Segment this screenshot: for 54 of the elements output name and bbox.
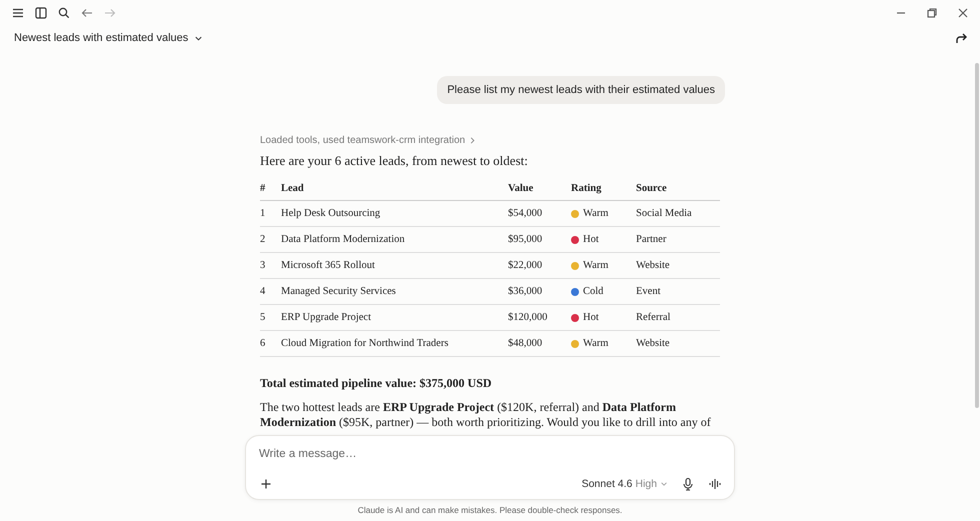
table-cell: Data Platform Modernization — [281, 234, 405, 245]
table-cell: $36,000 — [508, 286, 542, 297]
microphone-icon[interactable] — [681, 477, 695, 491]
table-cell: Cloud Migration for Northwind Traders — [281, 338, 448, 349]
table-cell: 5 — [260, 312, 266, 323]
tool-use-link[interactable]: Loaded tools, used teamswork-crm integration — [260, 135, 478, 146]
table-cell: Social Media — [636, 208, 692, 219]
user-message: Please list my newest leads with their estimated values — [437, 76, 725, 104]
total-text: Total estimated pipeline value: $375,000 USD — [260, 376, 493, 391]
share-icon[interactable] — [954, 31, 968, 45]
table-cell: 1 — [260, 208, 266, 219]
restore-icon[interactable] — [925, 6, 939, 20]
table-cell: Partner — [636, 234, 666, 245]
chevron-down-icon — [660, 480, 668, 488]
voice-waveform-icon[interactable] — [708, 477, 722, 491]
table-cell: Referral — [636, 312, 670, 323]
intro-text: Here are your 6 active leads, from newest to oldest: — [260, 153, 529, 169]
table-cell: 4 — [260, 286, 266, 297]
table-cell: $95,000 — [508, 234, 542, 245]
table-cell: Microsoft 365 Rollout — [281, 260, 375, 271]
chat-title[interactable]: Newest leads with estimated values — [14, 32, 204, 44]
message-input[interactable]: Write a message… Sonnet 4.6 High — [245, 435, 735, 500]
table-cell: 3 — [260, 260, 266, 271]
column-header: Rating — [571, 183, 602, 194]
table-cell: 2 — [260, 234, 266, 245]
column-header: Lead — [281, 183, 304, 194]
column-header: Source — [636, 183, 667, 194]
table-cell: Website — [636, 260, 670, 271]
table-cell: $54,000 — [508, 208, 542, 219]
table-cell: Cold — [583, 286, 604, 297]
summary-text: The two hottest leads are ERP Upgrade Project ($120K, referral) and Data Platform Modernization ($95K, partner) — both worth prioritizing. Would you like to drill into any of — [260, 400, 712, 430]
scrollbar[interactable] — [975, 63, 979, 408]
table-cell: Hot — [583, 312, 599, 323]
table-cell: Warm — [583, 208, 608, 219]
sidebar-icon[interactable] — [34, 6, 48, 20]
table-cell: ERP Upgrade Project — [281, 312, 372, 323]
table-cell: $48,000 — [508, 338, 542, 349]
table-cell: Managed Security Services — [281, 286, 396, 297]
plus-icon[interactable] — [259, 477, 273, 491]
column-header: Value — [508, 183, 534, 194]
disclaimer-text: Claude is AI and can make mistakes. Please double-check responses. — [356, 505, 624, 515]
search-icon[interactable] — [57, 6, 71, 20]
table-cell: Website — [636, 338, 670, 349]
table-cell: Help Desk Outsourcing — [281, 208, 380, 219]
model-selector[interactable]: Sonnet 4.6 High — [582, 478, 668, 490]
table-cell: 6 — [260, 338, 266, 349]
close-icon[interactable] — [956, 6, 970, 20]
table-cell: Event — [636, 286, 660, 297]
table-cell: $22,000 — [508, 260, 542, 271]
table-cell: Warm — [583, 338, 608, 349]
table-cell: $120,000 — [508, 312, 548, 323]
column-header: # — [260, 183, 266, 194]
table-cell: Warm — [583, 260, 608, 271]
table-cell: Hot — [583, 234, 599, 245]
